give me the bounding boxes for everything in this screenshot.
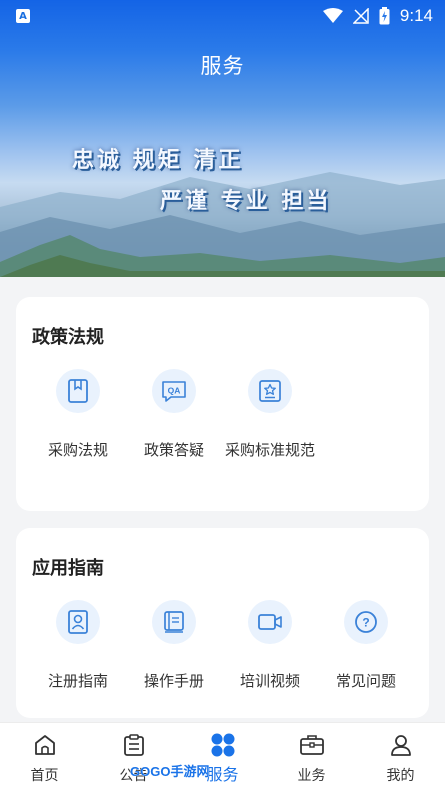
svg-text:GOGO手游网: GOGO手游网 <box>130 764 209 779</box>
svg-text:?: ? <box>362 616 369 630</box>
banner: 忠诚 规矩 清正 严谨 专业 担当 服务 <box>0 0 445 277</box>
grid-icon <box>209 731 237 759</box>
clipboard-icon <box>120 731 148 759</box>
service-item-procurement-standards[interactable]: 采购标准规范 <box>222 369 318 462</box>
service-item-operation-manual[interactable]: 操作手册 <box>126 600 222 693</box>
nav-item-business[interactable]: 业务 <box>267 731 356 785</box>
service-item-label: 操作手册 <box>143 672 204 690</box>
home-icon <box>31 731 59 759</box>
service-item-label: 政策答疑 <box>143 441 204 459</box>
service-item-label: 采购标准规范 <box>224 441 315 459</box>
section-title-guide: 应用指南 <box>32 558 104 579</box>
nav-label: 首页 <box>30 768 59 784</box>
bottom-nav: 首页 公告 服务 业务 我的 <box>0 722 445 792</box>
policy-section-card: 政策法规 采购法规 QA 政策答疑 采购标准规范 <box>16 297 429 511</box>
service-item-policy-qa[interactable]: QA 政策答疑 <box>126 369 222 462</box>
standard-icon <box>248 369 292 413</box>
service-item-label: 注册指南 <box>47 672 108 690</box>
user-card-icon <box>56 600 100 644</box>
manual-icon <box>152 600 196 644</box>
nav-item-mine[interactable]: 我的 <box>356 731 445 785</box>
service-item-training-video[interactable]: 培训视频 <box>222 600 318 693</box>
page-title: 服务 <box>200 54 245 78</box>
service-item-registration-guide[interactable]: 注册指南 <box>30 600 126 693</box>
status-bar: A 9:14 <box>0 0 445 32</box>
service-item-procurement-law[interactable]: 采购法规 <box>30 369 126 462</box>
banner-slogan-line1: 忠诚 规矩 清正 <box>72 147 244 173</box>
watermark-logo: GOGO手游网 <box>130 764 210 780</box>
service-item-faq[interactable]: ? 常见问题 <box>318 600 414 693</box>
qa-icon: QA <box>152 369 196 413</box>
no-signal-icon <box>352 8 369 24</box>
service-item-label: 常见问题 <box>335 672 396 690</box>
banner-slogan-line2: 严谨 专业 担当 <box>160 188 332 214</box>
nav-label: 业务 <box>297 768 326 784</box>
app-notification-icon: A <box>16 9 30 23</box>
service-item-label: 培训视频 <box>239 672 300 690</box>
nav-label: 我的 <box>386 768 415 784</box>
guide-section-card: 应用指南 注册指南 操作手册 培训视频 ? 常见问题 <box>16 528 429 718</box>
nav-item-home[interactable]: 首页 <box>0 731 89 785</box>
briefcase-icon <box>298 731 326 759</box>
video-icon <box>248 600 292 644</box>
status-time: 9:14 <box>399 6 433 25</box>
question-icon: ? <box>344 600 388 644</box>
service-item-label: 采购法规 <box>47 441 108 459</box>
user-icon <box>387 731 415 759</box>
battery-charging-icon <box>379 7 390 25</box>
book-icon <box>56 369 100 413</box>
section-title-policy: 政策法规 <box>32 327 104 348</box>
svg-text:QA: QA <box>168 386 181 396</box>
wifi-icon <box>322 8 343 23</box>
